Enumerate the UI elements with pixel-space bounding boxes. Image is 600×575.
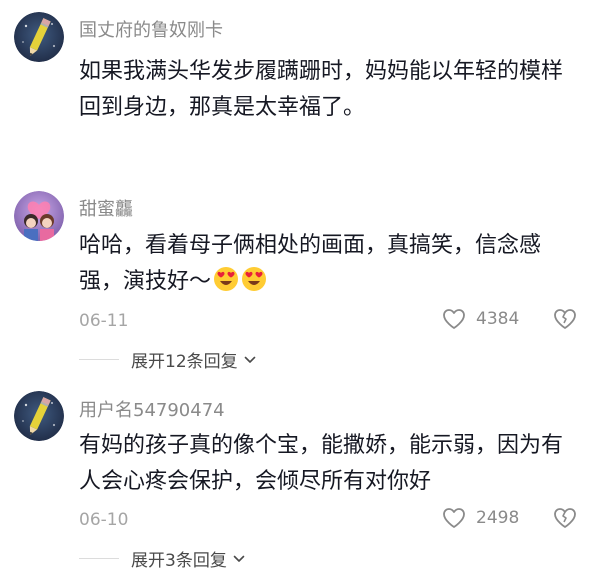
dislike-button[interactable] [553,507,577,533]
chevron-down-icon [233,555,245,562]
comment-username[interactable]: 国丈府的鲁奴刚卡 [79,16,223,42]
pencil-avatar-icon [14,12,64,62]
comment-text-line: 如果我满头华发步履蹒跚时，妈妈能以年轻的模样 [79,59,564,84]
broken-heart-icon [554,508,576,528]
comment-username[interactable]: 用户名54790474 [79,396,225,422]
like-button[interactable]: 4384 [442,308,519,330]
dislike-button[interactable] [553,308,577,334]
expand-replies-label: 展开12条回复 [131,352,238,372]
heart-outline-icon [443,309,465,329]
comment-text-line: 回到身边，那真是太幸福了。 [79,95,366,120]
pencil-avatar-icon [14,391,64,441]
divider [79,558,119,559]
expand-replies-button[interactable]: 展开3条回复 [79,546,245,571]
comment-username[interactable]: 甜蜜龘 [79,195,133,221]
chevron-down-icon [244,356,255,363]
avatar[interactable] [14,191,64,241]
like-button[interactable]: 2498 [442,507,519,529]
avatar[interactable] [14,391,64,441]
expand-replies-label: 展开3条回复 [131,551,227,571]
like-count: 2498 [476,508,520,528]
comment-text: 哈哈，看着母子俩相处的画面，真搞笑，信念感 强，演技好～ [79,228,599,300]
comment-text-line: 强，演技好～ [79,264,599,300]
expand-replies-button[interactable]: 展开12条回复 [79,347,256,372]
comment-date: 06-11 [79,311,129,331]
like-count: 4384 [476,309,520,329]
comment-text: 如果我满头华发步履蹒跚时，妈妈能以年轻的模样 回到身边，那真是太幸福了。 [79,54,599,126]
heart-eyes-emoji-icon [242,267,267,291]
comment-text-line: 有妈的孩子真的像个宝，能撒娇，能示弱，因为有 [79,433,564,458]
comment-text: 有妈的孩子真的像个宝，能撒娇，能示弱，因为有 人会心疼会保护，会倾尽所有对你好 [79,428,599,500]
comment-text-fragment: 强，演技好～ [79,269,212,294]
comment-text-line: 哈哈，看着母子俩相处的画面，真搞笑，信念感 [79,233,542,258]
broken-heart-icon [554,309,576,329]
couple-avatar-icon [14,191,64,241]
heart-eyes-emoji-icon [214,267,239,291]
comment-text-line: 人会心疼会保护，会倾尽所有对你好 [79,469,432,494]
divider [79,359,119,360]
avatar[interactable] [14,12,64,62]
heart-outline-icon [443,508,465,528]
comment-date: 06-10 [79,510,129,530]
